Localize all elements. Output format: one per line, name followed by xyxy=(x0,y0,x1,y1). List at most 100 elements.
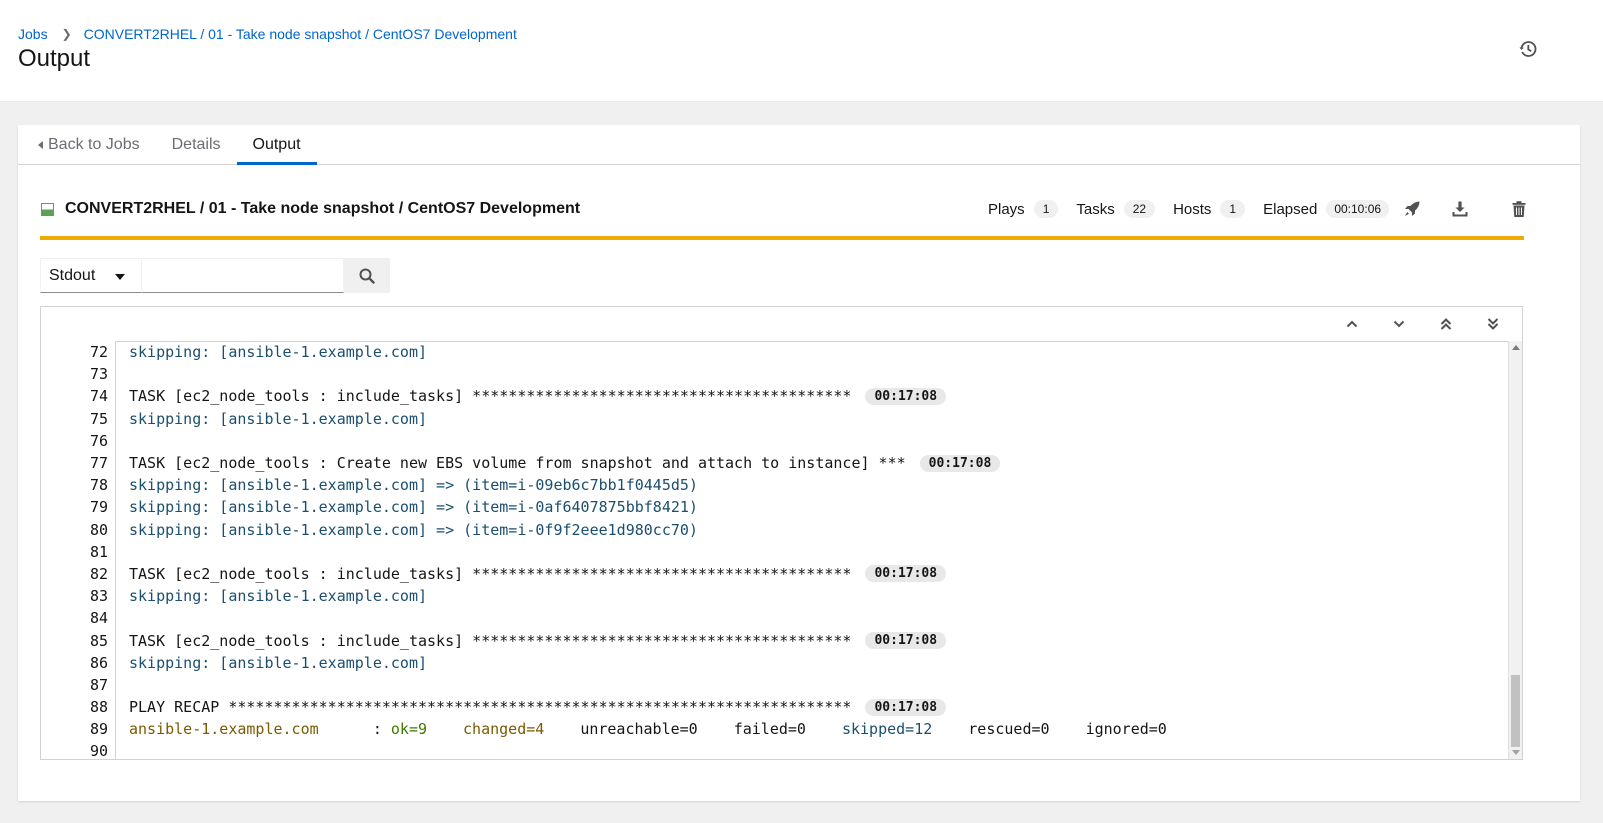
recap-ignored: ignored=0 xyxy=(1085,720,1167,739)
line-number: 81 xyxy=(89,542,108,561)
recap-line: ansible-1.example.com : ok=9 changed=4 unr… xyxy=(129,720,1167,738)
output-line: 75 skipping: [ansible-1.example.com] xyxy=(41,408,1509,430)
output-scrollbar[interactable] xyxy=(1508,341,1522,759)
output-line: 90 xyxy=(41,740,1509,759)
output-line: 89 ansible-1.example.com : ok=9 changed=4 u… xyxy=(41,718,1509,740)
line-number: 89 xyxy=(89,720,108,739)
output-line: 85 TASK [ec2_node_tools : include_tasks] … xyxy=(41,629,1509,651)
line-number: 77 xyxy=(89,454,108,473)
job-header: CONVERT2RHEL / 01 - Take node snapshot /… xyxy=(41,193,1576,225)
output-body: 72 skipping: [ansible-1.example.com] 73 74 T… xyxy=(41,341,1522,759)
output-line: 84 xyxy=(41,607,1509,629)
output-line: 77 TASK [ec2_node_tools : Create new EBS … xyxy=(41,452,1509,474)
recap-host: ansible-1.example.com xyxy=(129,720,319,739)
line-number: 78 xyxy=(89,476,108,495)
hosts-count-badge: 1 xyxy=(1220,200,1246,218)
line-text: skipping: [ansible-1.example.com] xyxy=(129,343,428,362)
line-text: TASK [ec2_node_tools : include_tasks] **… xyxy=(129,631,852,650)
output-line: 79 skipping: [ansible-1.example.com] => (… xyxy=(41,496,1509,518)
hosts-label: Hosts xyxy=(1173,200,1212,218)
job-title: CONVERT2RHEL / 01 - Take node snapshot /… xyxy=(65,200,581,217)
output-line: 76 xyxy=(41,430,1509,452)
task-timestamp-badge: 00:17:08 xyxy=(865,698,947,716)
task-timestamp-badge: 00:17:08 xyxy=(865,387,947,405)
output-line: 80 skipping: [ansible-1.example.com] => (… xyxy=(41,519,1509,541)
line-text: skipping: [ansible-1.example.com] => (it… xyxy=(129,476,698,495)
line-number: 73 xyxy=(89,365,108,384)
output-line: 72 skipping: [ansible-1.example.com] xyxy=(41,341,1509,363)
line-text: TASK [ec2_node_tools : include_tasks] **… xyxy=(129,564,852,583)
line-text: skipping: [ansible-1.example.com] xyxy=(129,409,428,428)
tab-bar: Back to Jobs Details Output xyxy=(18,125,1580,165)
caret-left-icon xyxy=(38,140,43,149)
output-line: 83 skipping: [ansible-1.example.com] xyxy=(41,585,1509,607)
line-text: skipping: [ansible-1.example.com] xyxy=(129,587,428,606)
output-filter-select[interactable]: Stdout xyxy=(40,258,142,293)
recap-unreachable: unreachable=0 xyxy=(580,720,698,739)
elapsed-label: Elapsed xyxy=(1263,200,1318,218)
tab-details-label: Details xyxy=(171,135,221,153)
output-panel: 72 skipping: [ansible-1.example.com] 73 74 T… xyxy=(40,306,1523,760)
status-successful-icon xyxy=(41,202,54,216)
line-number: 80 xyxy=(89,520,108,539)
output-line: 87 xyxy=(41,674,1509,696)
double-chevron-up-icon[interactable] xyxy=(1438,316,1454,332)
recap-failed: failed=0 xyxy=(733,720,806,739)
plays-label: Plays xyxy=(988,200,1025,218)
breadcrumb-separator-icon: ❯ xyxy=(61,27,72,41)
line-number: 76 xyxy=(89,431,108,450)
line-text: skipping: [ansible-1.example.com] => (it… xyxy=(129,498,698,517)
chevron-up-icon[interactable] xyxy=(1344,316,1360,332)
breadcrumb-jobs-link[interactable]: Jobs xyxy=(18,26,48,42)
tab-output[interactable]: Output xyxy=(236,125,317,165)
search-icon xyxy=(359,268,375,284)
output-line: 81 xyxy=(41,541,1509,563)
output-lines: 72 skipping: [ansible-1.example.com] 73 74 T… xyxy=(41,341,1509,759)
line-text: skipping: [ansible-1.example.com] xyxy=(129,653,428,672)
line-number: 75 xyxy=(89,409,108,428)
output-line: 82 TASK [ec2_node_tools : include_tasks] … xyxy=(41,563,1509,585)
trash-icon[interactable] xyxy=(1510,200,1528,218)
line-number: 79 xyxy=(89,498,108,517)
task-timestamp-badge: 00:17:08 xyxy=(919,454,1001,472)
chevron-down-icon[interactable] xyxy=(1391,316,1407,332)
tasks-count-badge: 22 xyxy=(1123,200,1156,218)
page-title: Output xyxy=(18,45,91,72)
tab-back-to-jobs[interactable]: Back to Jobs xyxy=(18,125,156,164)
search-button[interactable] xyxy=(344,258,390,293)
history-icon[interactable] xyxy=(1519,40,1537,58)
job-stats: Plays 1 Tasks 22 Hosts 1 Elapsed 00:10:0… xyxy=(988,193,1528,225)
search-toolbar: Stdout xyxy=(40,258,390,293)
line-number: 86 xyxy=(89,653,108,672)
recap-skipped: skipped=12 xyxy=(841,720,933,739)
task-timestamp-badge: 00:17:08 xyxy=(865,632,947,650)
scrollbar-thumb[interactable] xyxy=(1511,675,1520,747)
tab-output-label: Output xyxy=(252,135,301,153)
line-number: 82 xyxy=(89,564,108,583)
line-text: PLAY RECAP *****************************… xyxy=(129,698,852,717)
output-filter-value: Stdout xyxy=(49,266,96,284)
line-number: 88 xyxy=(89,698,108,717)
output-line: 88 PLAY RECAP ***************************… xyxy=(41,696,1509,718)
breadcrumb: Jobs ❯ CONVERT2RHEL / 01 - Take node sna… xyxy=(18,26,517,42)
output-line: 74 TASK [ec2_node_tools : include_tasks] … xyxy=(41,385,1509,407)
recap-ok: ok=9 xyxy=(390,720,428,739)
scroll-down-arrow-icon[interactable] xyxy=(1512,750,1520,755)
download-icon[interactable] xyxy=(1451,200,1469,218)
line-text: TASK [ec2_node_tools : Create new EBS vo… xyxy=(129,454,906,473)
rocket-icon[interactable] xyxy=(1403,200,1421,218)
line-text: skipping: [ansible-1.example.com] => (it… xyxy=(129,520,698,539)
output-toolbar xyxy=(41,307,1522,342)
breadcrumb-current-job-link[interactable]: CONVERT2RHEL / 01 - Take node snapshot /… xyxy=(84,26,517,42)
double-chevron-down-icon[interactable] xyxy=(1485,316,1501,332)
tab-back-label: Back to Jobs xyxy=(48,135,140,153)
tab-details[interactable]: Details xyxy=(156,125,237,164)
recap-separator: : xyxy=(318,720,391,739)
scroll-up-arrow-icon[interactable] xyxy=(1512,345,1520,350)
output-line: 86 skipping: [ansible-1.example.com] xyxy=(41,652,1509,674)
plays-count-badge: 1 xyxy=(1033,200,1059,218)
search-input[interactable] xyxy=(142,258,344,293)
line-number: 72 xyxy=(89,343,108,362)
task-timestamp-badge: 00:17:08 xyxy=(865,565,947,583)
tasks-label: Tasks xyxy=(1076,200,1115,218)
